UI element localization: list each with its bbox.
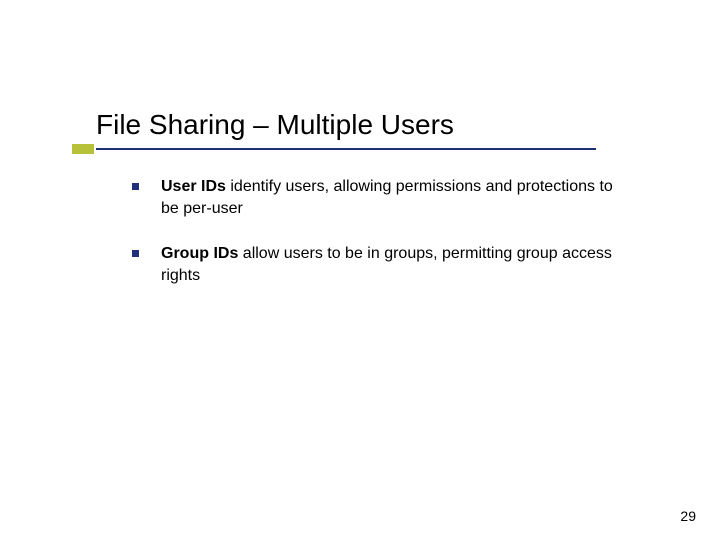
list-item: User IDs identify users, allowing permis… — [132, 176, 632, 219]
bullet-square-icon — [132, 250, 139, 257]
bullet-list: User IDs identify users, allowing permis… — [132, 176, 632, 310]
title-accent-block — [72, 144, 94, 154]
bullet-bold: Group IDs — [161, 245, 238, 262]
bullet-square-icon — [132, 183, 139, 190]
bullet-text: User IDs identify users, allowing permis… — [161, 176, 632, 219]
page-number: 29 — [680, 508, 696, 524]
list-item: Group IDs allow users to be in groups, p… — [132, 243, 632, 286]
bullet-text: Group IDs allow users to be in groups, p… — [161, 243, 632, 286]
bullet-bold: User IDs — [161, 178, 226, 195]
slide: File Sharing – Multiple Users User IDs i… — [0, 0, 720, 540]
title-underline — [96, 148, 596, 150]
title-wrap: File Sharing – Multiple Users — [96, 108, 680, 142]
slide-title: File Sharing – Multiple Users — [96, 108, 680, 142]
bullet-rest: identify users, allowing permissions and… — [161, 178, 613, 217]
